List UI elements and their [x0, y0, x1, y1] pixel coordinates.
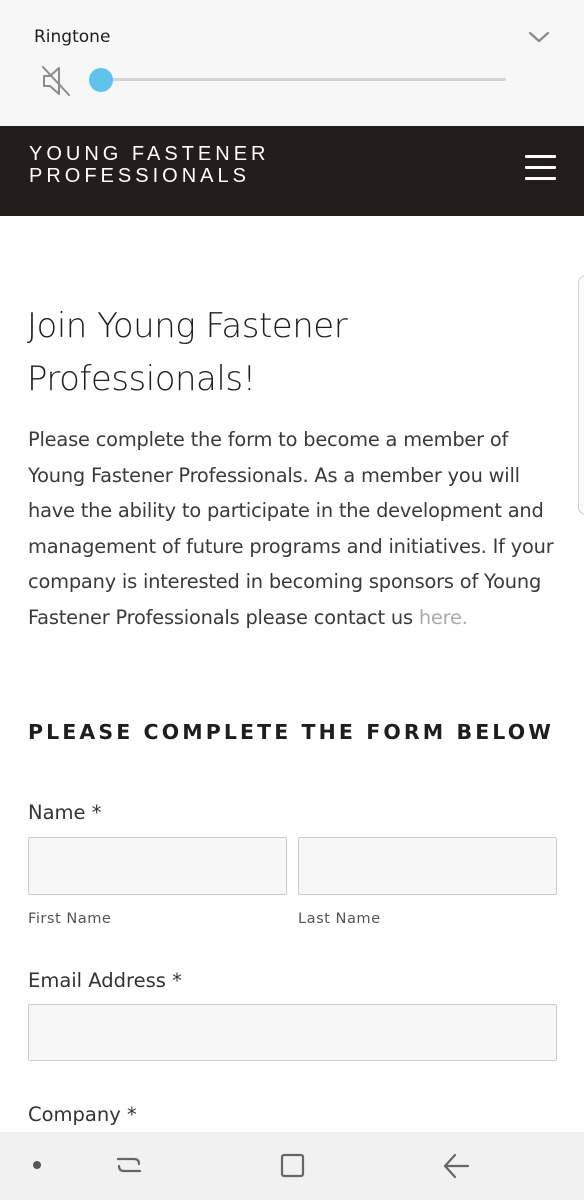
page-title-line-1: Join Young Fastener — [27, 306, 348, 346]
contact-here-link[interactable]: here. — [419, 606, 468, 629]
chevron-down-icon[interactable] — [526, 26, 552, 48]
hamburger-menu-icon[interactable] — [520, 150, 560, 186]
form-heading: PLEASE COMPLETE THE FORM BELOW — [28, 720, 554, 744]
logo-line-2: PROFESSIONALS — [29, 165, 250, 187]
last-name-sublabel: Last Name — [298, 910, 381, 927]
site-header: YOUNG FASTENER PROFESSIONALS — [0, 126, 584, 216]
mute-icon[interactable] — [40, 64, 72, 98]
intro-text: Please complete the form to become a mem… — [28, 428, 554, 629]
volume-panel: Ringtone — [0, 0, 584, 126]
email-label: Email Address * — [28, 969, 182, 992]
volume-slider-track[interactable] — [101, 78, 506, 81]
logo-line-1: YOUNG FASTENER — [29, 143, 270, 165]
intro-paragraph: Please complete the form to become a mem… — [28, 422, 558, 635]
edge-panel-handle[interactable] — [578, 275, 584, 515]
site-logo[interactable]: YOUNG FASTENER PROFESSIONALS — [29, 143, 269, 187]
name-label: Name * — [28, 801, 102, 824]
first-name-sublabel: First Name — [28, 910, 112, 927]
first-name-input[interactable] — [28, 837, 287, 895]
page-title: Join Young Fastener Professionals! — [27, 300, 547, 406]
last-name-input[interactable] — [298, 837, 557, 895]
volume-slider-thumb[interactable] — [89, 68, 113, 92]
company-label: Company * — [28, 1103, 137, 1126]
back-icon[interactable] — [441, 1152, 471, 1184]
recent-apps-icon[interactable] — [114, 1151, 144, 1183]
email-field[interactable] — [28, 1004, 557, 1061]
dot-icon[interactable] — [33, 1161, 41, 1169]
page-title-line-2: Professionals! — [27, 359, 256, 399]
navigation-bar — [0, 1132, 584, 1200]
home-icon[interactable] — [279, 1152, 307, 1184]
volume-stream-label: Ringtone — [34, 27, 111, 47]
